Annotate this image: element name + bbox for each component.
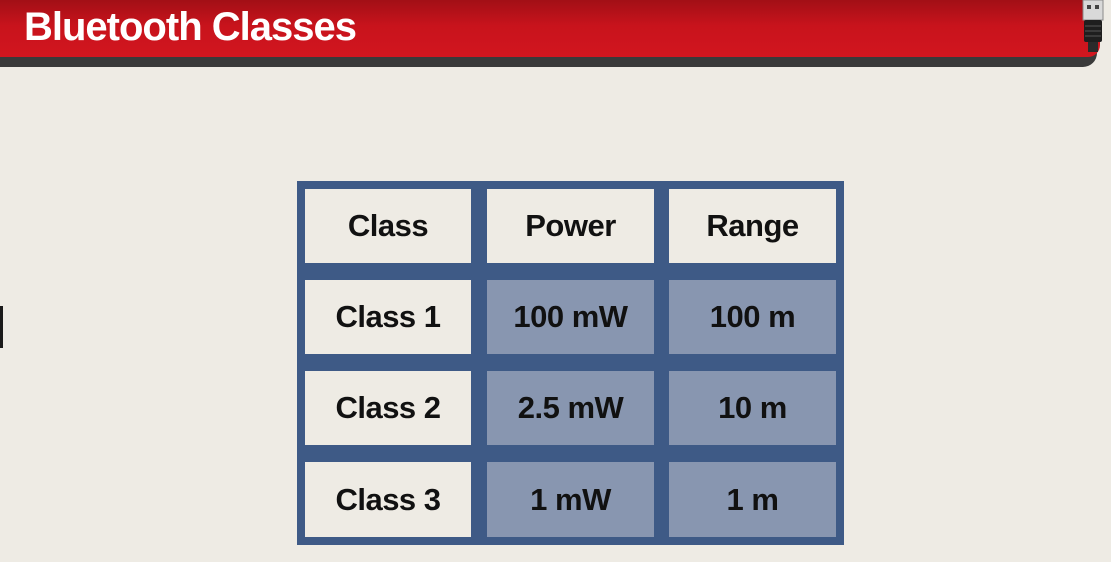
bluetooth-classes-table: Class Power Range Class 1 100 mW 100 m C… [297,181,844,545]
column-header-range: Range [669,189,836,263]
usb-connector-icon [1082,0,1104,52]
column-header-power: Power [487,189,654,263]
row-class-3-label: Class 3 [305,462,471,537]
slide-title: Bluetooth Classes [24,5,357,49]
row-class-1-range: 100 m [669,280,836,354]
row-class-2-range: 10 m [669,371,836,445]
column-header-class: Class [305,189,471,263]
row-class-3-power: 1 mW [487,462,654,537]
row-class-1-label: Class 1 [305,280,471,354]
left-edge-marker [0,306,3,348]
row-class-2-label: Class 2 [305,371,471,445]
slide: Bluetooth Classes Class Power Range Clas… [0,0,1111,562]
row-class-2-power: 2.5 mW [487,371,654,445]
row-class-3-range: 1 m [669,462,836,537]
title-bar: Bluetooth Classes [0,0,1100,57]
row-class-1-power: 100 mW [487,280,654,354]
